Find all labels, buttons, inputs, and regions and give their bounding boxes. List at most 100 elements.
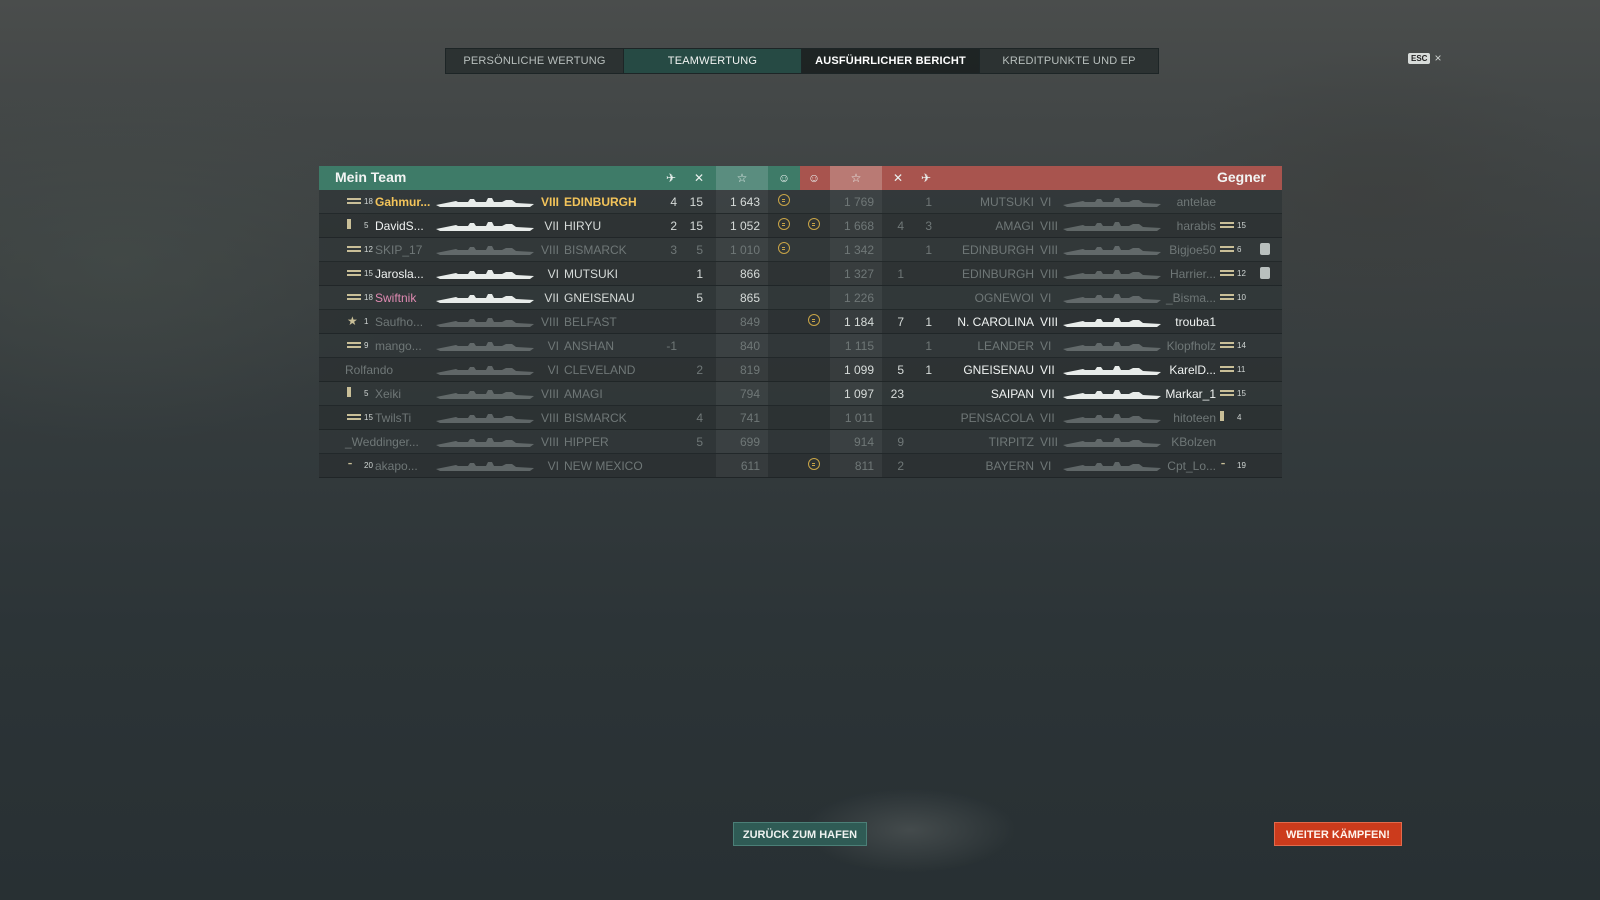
esc-key-label: ESC	[1408, 52, 1431, 64]
team-row[interactable]: 9 mango... VI ANSHAN -1 840	[319, 334, 800, 358]
ship-tier: VIII	[1040, 219, 1059, 233]
player-name[interactable]: trouba1	[1175, 315, 1216, 329]
enemy-row[interactable]: 811 2 BAYERN VI Cpt_Lo... ⁃ 19	[800, 454, 1282, 478]
enemy-row[interactable]: 1 115 1 LEANDER VI Klopfholz 14	[800, 334, 1282, 358]
division-badge-icon	[1260, 243, 1270, 255]
ships-destroyed-icon: ✕	[892, 171, 904, 185]
ships-destroyed: 5	[696, 291, 703, 305]
ship-tier: VIII	[1040, 315, 1059, 329]
team-row[interactable]: ★ 1 Saufho... VIII BELFAST 849	[319, 310, 800, 334]
ship-name: BELFAST	[564, 315, 617, 329]
ships-destroyed-icon: ✕	[693, 171, 705, 185]
player-name[interactable]: antelae	[1177, 195, 1216, 209]
player-level: 12	[364, 245, 373, 254]
ship-name: LEANDER	[977, 339, 1034, 353]
player-name[interactable]: Bigjoe50	[1169, 243, 1216, 257]
capture-icon	[778, 242, 790, 254]
ship-silhouette-icon	[1063, 269, 1161, 279]
enemy-row[interactable]: 1 327 1 EDINBURGH VIII Harrier... 12	[800, 262, 1282, 286]
ship-tier: VIII	[1040, 267, 1059, 281]
player-name[interactable]: Xeiki	[375, 387, 401, 401]
player-name[interactable]: KarelD...	[1169, 363, 1216, 377]
player-name[interactable]: Harrier...	[1170, 267, 1216, 281]
team-row[interactable]: Rolfando VI CLEVELAND 2 819	[319, 358, 800, 382]
ship-tier: VIII	[1040, 435, 1059, 449]
player-name[interactable]: SKIP_17	[375, 243, 422, 257]
planes-destroyed: 1	[925, 243, 932, 257]
continue-battle-button[interactable]: WEITER KÄMPFEN!	[1274, 822, 1402, 846]
player-score: 811	[854, 459, 874, 473]
enemy-row[interactable]: 1 097 23 SAIPAN VII Markar_1 15	[800, 382, 1282, 406]
player-score: 866	[739, 267, 760, 281]
ships-destroyed: 2	[897, 459, 904, 473]
my-team-list: 18 Gahmur... VIII EDINBURGH 4 15 1 643 5 DavidS.…	[319, 190, 800, 478]
rank-stripes-icon	[1220, 339, 1234, 349]
team-row[interactable]: 18 Swiftnik VII GNEISENAU 5 865	[319, 286, 800, 310]
player-level: 5	[364, 389, 369, 398]
rank-single-stripe-icon: ⁃	[347, 457, 353, 471]
player-score: 1 769	[843, 195, 874, 209]
team-row[interactable]: 5 Xeiki VIII AMAGI 794	[319, 382, 800, 406]
player-score: 1 099	[843, 363, 874, 377]
ship-silhouette-icon	[1063, 437, 1161, 447]
close-button[interactable]: ESC ×	[1408, 51, 1441, 65]
ship-silhouette-icon	[436, 341, 534, 351]
capture-icon	[778, 194, 790, 206]
score-star-icon[interactable]: ☆	[716, 166, 768, 190]
team-row[interactable]: 12 SKIP_17 VIII BISMARCK 3 5 1 010	[319, 238, 800, 262]
player-name[interactable]: Rolfando	[345, 363, 393, 377]
player-name[interactable]: mango...	[375, 339, 422, 353]
planes-destroyed-icon: ✈	[920, 171, 932, 185]
planes-destroyed-icon: ✈	[665, 171, 677, 185]
team-row[interactable]: 15 Jarosla... VI MUTSUKI 1 866	[319, 262, 800, 286]
tab-credits-xp[interactable]: KREDITPUNKTE UND EP	[980, 49, 1158, 73]
enemy-row[interactable]: 1 769 1 MUTSUKI VI antelae	[800, 190, 1282, 214]
player-level: 1	[364, 317, 369, 326]
ship-tier: VIII	[540, 435, 559, 449]
player-name[interactable]: DavidS...	[375, 219, 424, 233]
enemy-row[interactable]: 1 184 7 1 N. CAROLINA VIII trouba1	[800, 310, 1282, 334]
player-level: 5	[364, 221, 369, 230]
tab-team-score[interactable]: TEAMWERTUNG	[624, 49, 802, 73]
ship-name: SAIPAN	[990, 387, 1034, 401]
team-row[interactable]: 5 DavidS... VII HIRYU 2 15 1 052	[319, 214, 800, 238]
planes-destroyed: 3	[925, 219, 932, 233]
player-name[interactable]: Jarosla...	[375, 267, 424, 281]
ship-silhouette-icon	[436, 365, 534, 375]
enemy-row[interactable]: 1 668 4 3 AMAGI VIII harabis 15	[800, 214, 1282, 238]
tab-detailed-report[interactable]: AUSFÜHRLICHER BERICHT	[802, 49, 980, 73]
team-row[interactable]: ⁃ 20 akapo... VI NEW MEXICO 611	[319, 454, 800, 478]
ship-name: NEW MEXICO	[564, 459, 643, 473]
ship-silhouette-icon	[1063, 365, 1161, 375]
rank-stripes-icon	[1220, 363, 1234, 373]
enemy-row[interactable]: 1 011 PENSACOLA VII hitoteen 4	[800, 406, 1282, 430]
player-name[interactable]: hitoteen	[1173, 411, 1216, 425]
player-score: 849	[739, 315, 760, 329]
player-name[interactable]: harabis	[1177, 219, 1216, 233]
player-name[interactable]: _Weddinger...	[345, 435, 419, 449]
team-row[interactable]: _Weddinger... VIII HIPPER 5 699	[319, 430, 800, 454]
player-name[interactable]: Swiftnik	[375, 291, 416, 305]
enemy-row[interactable]: 914 9 TIRPITZ VIII KBolzen	[800, 430, 1282, 454]
player-name[interactable]: KBolzen	[1171, 435, 1216, 449]
tab-personal-score[interactable]: PERSÖNLICHE WERTUNG	[446, 49, 624, 73]
player-name[interactable]: Gahmur...	[375, 195, 430, 209]
enemy-row[interactable]: 1 099 5 1 GNEISENAU VII KarelD... 11	[800, 358, 1282, 382]
player-name[interactable]: Saufho...	[375, 315, 423, 329]
ship-tier: VI	[547, 267, 559, 281]
player-name[interactable]: TwilsTi	[375, 411, 411, 425]
player-name[interactable]: akapo...	[375, 459, 418, 473]
player-score: 1 643	[729, 195, 760, 209]
back-to-port-button[interactable]: ZURÜCK ZUM HAFEN	[733, 822, 867, 846]
team-row[interactable]: 18 Gahmur... VIII EDINBURGH 4 15 1 643	[319, 190, 800, 214]
score-star-icon[interactable]: ☆	[830, 166, 882, 190]
player-name[interactable]: _Bisma...	[1166, 291, 1216, 305]
ships-destroyed: 5	[696, 435, 703, 449]
team-row[interactable]: 15 TwilsTi VIII BISMARCK 4 741	[319, 406, 800, 430]
enemy-row[interactable]: 1 226 OGNEWOI VI _Bisma... 10	[800, 286, 1282, 310]
player-name[interactable]: Markar_1	[1165, 387, 1216, 401]
ship-silhouette-icon	[1063, 461, 1161, 471]
player-name[interactable]: Klopfholz	[1167, 339, 1216, 353]
player-name[interactable]: Cpt_Lo...	[1167, 459, 1216, 473]
enemy-row[interactable]: 1 342 1 EDINBURGH VIII Bigjoe50 6	[800, 238, 1282, 262]
